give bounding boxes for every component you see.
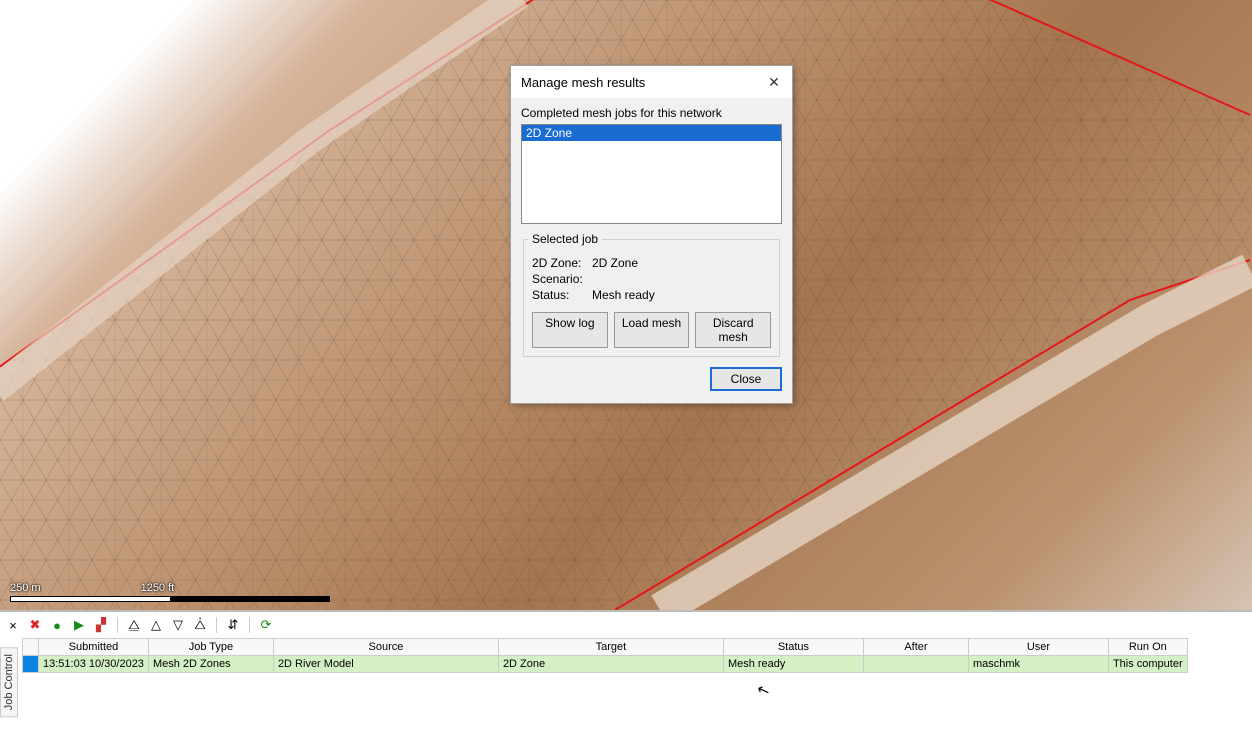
col-target[interactable]: Target bbox=[498, 639, 723, 656]
cell-status: Mesh ready bbox=[723, 656, 863, 673]
close-button[interactable]: Close bbox=[710, 367, 782, 391]
expand-icon[interactable]: ⧊ bbox=[191, 616, 209, 634]
cell-after bbox=[863, 656, 968, 673]
col-source[interactable]: Source bbox=[273, 639, 498, 656]
job-control-panel: Job Control × ✖ ● ▶ ▞ ⧋ △ ▽ ⧊ ⇵ ⟳ Submit… bbox=[0, 610, 1252, 740]
cell-user: maschmk bbox=[968, 656, 1108, 673]
scale-bar: 250 m 1250 ft bbox=[10, 582, 330, 602]
jobs-list-label: Completed mesh jobs for this network bbox=[521, 106, 782, 120]
scale-right-label: 1250 ft bbox=[141, 582, 175, 594]
down-icon[interactable]: ▽ bbox=[169, 616, 187, 634]
discard-mesh-button[interactable]: Discard mesh bbox=[695, 312, 771, 348]
scale-left-label: 250 m bbox=[10, 582, 41, 594]
zone-label: 2D Zone: bbox=[532, 256, 592, 270]
col-indicator[interactable] bbox=[23, 639, 39, 656]
play-icon[interactable]: ▶ bbox=[70, 616, 88, 634]
run-icon[interactable]: ● bbox=[48, 616, 66, 634]
up-icon[interactable]: △ bbox=[147, 616, 165, 634]
dialog-titlebar[interactable]: Manage mesh results ✕ bbox=[511, 66, 792, 98]
manage-mesh-dialog: Manage mesh results ✕ Completed mesh job… bbox=[510, 65, 793, 404]
status-label: Status: bbox=[532, 288, 592, 302]
row-indicator bbox=[23, 656, 39, 673]
col-job-type[interactable]: Job Type bbox=[148, 639, 273, 656]
table-header-row: Submitted Job Type Source Target Status … bbox=[23, 639, 1188, 656]
job-control-tab[interactable]: Job Control bbox=[0, 647, 18, 717]
jobs-table[interactable]: Submitted Job Type Source Target Status … bbox=[22, 638, 1188, 673]
status-value: Mesh ready bbox=[592, 288, 655, 302]
col-status[interactable]: Status bbox=[723, 639, 863, 656]
collapse-icon[interactable]: ⧋ bbox=[125, 616, 143, 634]
col-submitted[interactable]: Submitted bbox=[39, 639, 149, 656]
scenario-label: Scenario: bbox=[532, 272, 592, 286]
cancel-icon[interactable]: ✖ bbox=[26, 616, 44, 634]
selected-job-legend: Selected job bbox=[528, 232, 602, 246]
show-log-button[interactable]: Show log bbox=[532, 312, 608, 348]
cell-target: 2D Zone bbox=[498, 656, 723, 673]
dialog-title: Manage mesh results bbox=[521, 75, 645, 90]
zone-value: 2D Zone bbox=[592, 256, 638, 270]
cell-job-type: Mesh 2D Zones bbox=[148, 656, 273, 673]
col-after[interactable]: After bbox=[863, 639, 968, 656]
cell-run-on: This computer bbox=[1108, 656, 1187, 673]
selected-job-group: Selected job 2D Zone: 2D Zone Scenario: … bbox=[523, 232, 780, 357]
chart-icon[interactable]: ▞ bbox=[92, 616, 110, 634]
job-toolbar: × ✖ ● ▶ ▞ ⧋ △ ▽ ⧊ ⇵ ⟳ bbox=[4, 616, 275, 634]
table-row[interactable]: 13:51:03 10/30/2023 Mesh 2D Zones 2D Riv… bbox=[23, 656, 1188, 673]
jobs-list[interactable]: 2D Zone bbox=[521, 124, 782, 224]
refresh-icon[interactable]: ⟳ bbox=[257, 616, 275, 634]
jobs-list-item[interactable]: 2D Zone bbox=[522, 125, 781, 141]
load-mesh-button[interactable]: Load mesh bbox=[614, 312, 690, 348]
filter-icon[interactable]: ⇵ bbox=[224, 616, 242, 634]
cell-source: 2D River Model bbox=[273, 656, 498, 673]
col-user[interactable]: User bbox=[968, 639, 1108, 656]
close-panel-icon[interactable]: × bbox=[4, 616, 22, 634]
cell-submitted: 13:51:03 10/30/2023 bbox=[39, 656, 149, 673]
col-run-on[interactable]: Run On bbox=[1108, 639, 1187, 656]
close-icon[interactable]: ✕ bbox=[764, 72, 784, 92]
